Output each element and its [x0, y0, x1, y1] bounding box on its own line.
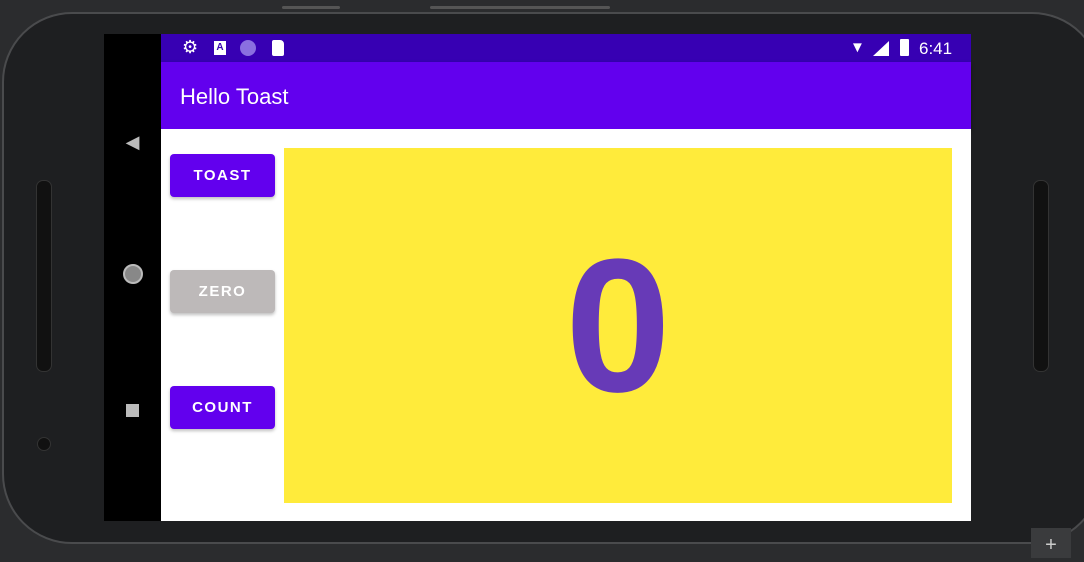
recents-icon[interactable]: [104, 404, 161, 422]
speaker-left: [36, 180, 52, 372]
circle-icon: [240, 40, 256, 56]
a-icon: A: [214, 41, 226, 55]
signal-icon: [873, 41, 889, 56]
nav-bar: ◀: [104, 34, 161, 521]
device-notch: [430, 6, 610, 9]
camera: [37, 437, 51, 451]
status-time: 6:41: [919, 39, 953, 58]
battery-icon: [900, 39, 909, 56]
device-notch: [282, 6, 340, 9]
count-display: 0: [284, 148, 952, 503]
count-button[interactable]: COUNT: [170, 386, 275, 429]
app-title: Hello Toast: [180, 84, 289, 109]
zero-button[interactable]: ZERO: [170, 270, 275, 313]
status-bar: ⚙ A ▼ 6:41: [161, 34, 971, 62]
home-icon[interactable]: [104, 264, 161, 289]
sd-card-icon: [272, 40, 284, 56]
app-bar: Hello Toast: [161, 62, 971, 129]
toast-button[interactable]: TOAST: [170, 154, 275, 197]
settings-icon: ⚙: [182, 37, 199, 57]
speaker-right: [1033, 180, 1049, 372]
back-icon[interactable]: ◀: [104, 132, 161, 153]
content: TOAST ZERO COUNT 0: [161, 129, 971, 521]
wifi-icon: ▼: [850, 39, 865, 56]
